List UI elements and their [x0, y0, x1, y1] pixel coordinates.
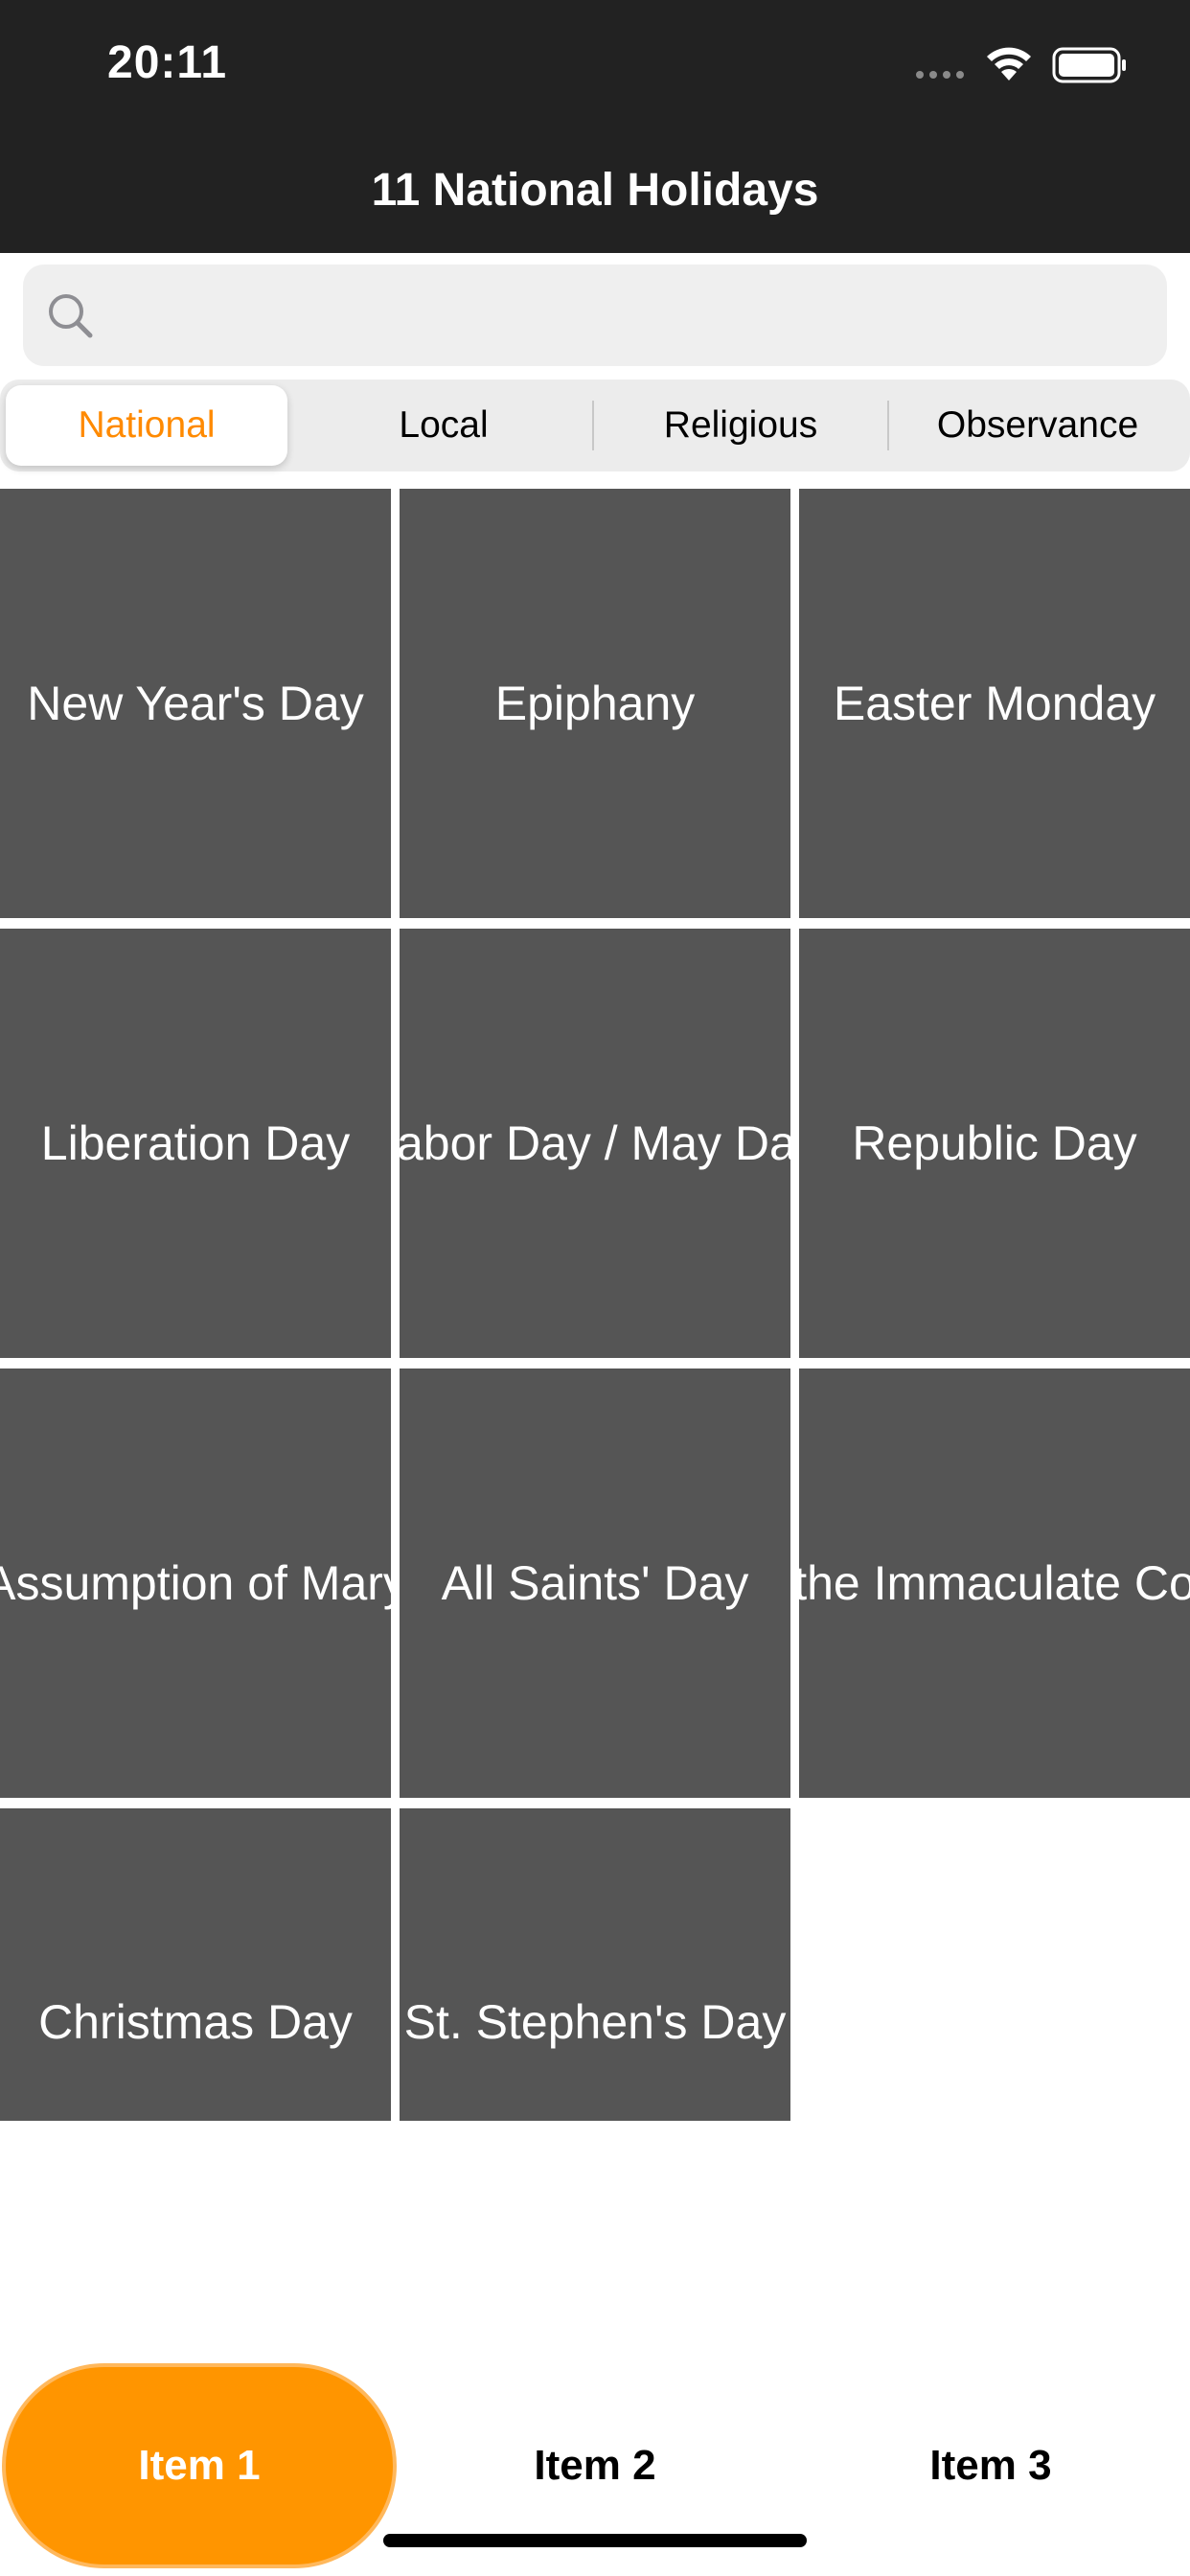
search-bar[interactable] — [23, 264, 1167, 366]
holiday-tile[interactable]: the Immaculate Co — [799, 1368, 1190, 1798]
page-title: 11 National Holidays — [371, 164, 819, 216]
status-bar: 20:11 — [0, 0, 1190, 134]
status-time: 20:11 — [107, 37, 228, 88]
holiday-tile[interactable]: New Year's Day — [0, 489, 391, 918]
holiday-tile[interactable]: Easter Monday — [799, 489, 1190, 918]
holiday-tile[interactable]: Labor Day / May Day — [400, 929, 790, 1358]
holiday-tile[interactable]: All Saints' Day — [400, 1368, 790, 1798]
holiday-label: New Year's Day — [27, 677, 364, 730]
holiday-tile[interactable]: Liberation Day — [0, 929, 391, 1358]
segment-local[interactable]: Local — [303, 385, 584, 466]
holiday-tile[interactable]: Assumption of Mary — [0, 1368, 391, 1798]
search-input[interactable] — [109, 282, 1144, 349]
holiday-label: Epiphany — [494, 677, 696, 730]
holiday-tile[interactable]: Christmas Day — [0, 1808, 391, 2121]
segment-religious[interactable]: Religious — [600, 385, 881, 466]
holiday-label: Labor Day / May Day — [400, 1116, 790, 1170]
segment-observance[interactable]: Observance — [897, 385, 1179, 466]
tab-item-3[interactable]: Item 3 — [793, 2363, 1188, 2568]
holiday-label: Liberation Day — [40, 1116, 351, 1170]
holiday-tile[interactable]: Epiphany — [400, 489, 790, 918]
home-indicator — [383, 2534, 807, 2547]
holiday-label: St. Stephen's Day — [403, 1995, 787, 2049]
holiday-label: All Saints' Day — [441, 1556, 749, 1610]
segment-divider — [592, 401, 594, 450]
battery-icon — [1052, 47, 1126, 83]
cellular-signal-icon — [916, 71, 964, 79]
holiday-label: Christmas Day — [38, 1995, 353, 2049]
segment-divider — [887, 401, 889, 450]
holiday-label: Republic Day — [852, 1116, 1137, 1170]
search-icon — [49, 294, 93, 338]
holiday-label: Assumption of Mary — [0, 1556, 391, 1610]
holiday-label: Easter Monday — [833, 677, 1156, 730]
category-segmented-control: National Local Religious Observance — [0, 380, 1190, 472]
holiday-tile[interactable]: Republic Day — [799, 929, 1190, 1358]
tab-item-1[interactable]: Item 1 — [2, 2363, 397, 2568]
holiday-label: the Immaculate Co — [799, 1556, 1190, 1610]
wifi-icon — [987, 47, 1031, 80]
segment-national[interactable]: National — [6, 385, 287, 466]
holiday-tile[interactable]: St. Stephen's Day — [400, 1808, 790, 2121]
nav-bar: 11 National Holidays — [0, 134, 1190, 253]
